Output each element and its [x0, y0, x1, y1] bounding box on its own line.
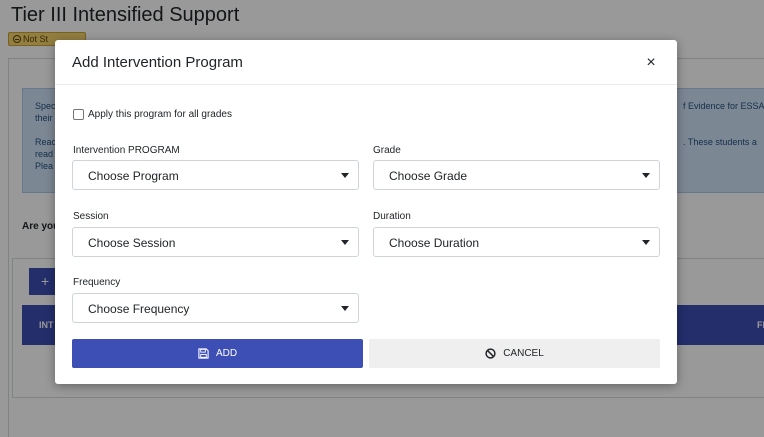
duration-label: Duration: [373, 211, 411, 222]
cancel-button[interactable]: CANCEL: [369, 339, 660, 368]
modal-divider: [55, 84, 677, 85]
apply-all-grades-label: Apply this program for all grades: [88, 109, 232, 120]
close-icon[interactable]: ×: [642, 54, 660, 72]
grade-select[interactable]: Choose Grade: [373, 160, 660, 190]
program-select-value: Choose Program: [88, 169, 179, 183]
add-button-label: ADD: [215, 348, 238, 359]
chevron-down-icon: [341, 240, 349, 245]
add-button[interactable]: ADD: [72, 339, 363, 368]
frequency-select[interactable]: Choose Frequency: [72, 293, 359, 323]
cancel-button-label: CANCEL: [503, 348, 544, 359]
program-label: Intervention PROGRAM: [73, 145, 180, 156]
apply-all-grades-option[interactable]: Apply this program for all grades: [73, 109, 232, 120]
grade-select-value: Choose Grade: [389, 169, 468, 183]
session-label: Session: [73, 211, 109, 222]
add-intervention-modal: Add Intervention Program × Apply this pr…: [55, 40, 677, 384]
duration-select-value: Choose Duration: [389, 236, 480, 250]
modal-title: Add Intervention Program: [72, 54, 243, 71]
frequency-label: Frequency: [73, 277, 121, 288]
session-select[interactable]: Choose Session: [72, 227, 359, 257]
grade-label: Grade: [373, 145, 401, 156]
chevron-down-icon: [642, 173, 650, 178]
chevron-down-icon: [642, 240, 650, 245]
program-select[interactable]: Choose Program: [72, 160, 359, 190]
duration-select[interactable]: Choose Duration: [373, 227, 660, 257]
chevron-down-icon: [341, 306, 349, 311]
save-icon: [198, 348, 209, 359]
apply-all-grades-checkbox[interactable]: [73, 109, 84, 120]
frequency-select-value: Choose Frequency: [88, 302, 190, 316]
chevron-down-icon: [341, 173, 349, 178]
session-select-value: Choose Session: [88, 236, 176, 250]
cancel-icon: [485, 348, 496, 359]
